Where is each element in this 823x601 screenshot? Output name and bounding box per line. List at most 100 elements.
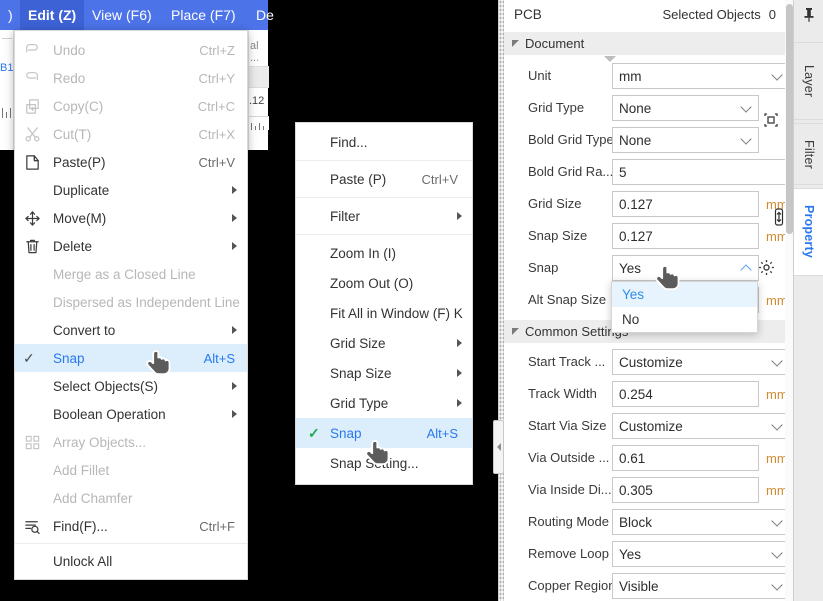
- right-tab-rail: Layer Filter Property: [793, 0, 823, 601]
- property-row-grid-size: Grid Size 0.127 mm: [504, 189, 788, 220]
- property-row-unit: Unit mm: [504, 61, 790, 92]
- property-select-unit[interactable]: mm: [612, 63, 790, 89]
- rail-tab-filter[interactable]: Filter: [794, 123, 823, 185]
- property-select-copper-region[interactable]: Visible: [612, 573, 790, 599]
- rail-tab-layer[interactable]: Layer: [794, 42, 823, 120]
- selected-objects-readout: Selected Objects 0: [662, 7, 776, 22]
- property-select-grid-type[interactable]: None: [612, 95, 759, 121]
- context-menu-item-grid-size[interactable]: Grid Size: [296, 328, 472, 358]
- menu-item-label: Merge as a Closed Line: [53, 266, 196, 282]
- chevron-down-icon: [771, 579, 783, 591]
- edit-menu-item-duplicate[interactable]: Duplicate: [15, 176, 247, 204]
- canvas-context-menu[interactable]: Find... Paste (P) Ctrl+V Filter Zoom In (I) Z…: [295, 122, 473, 485]
- property-label: Bold Grid Ra...: [528, 164, 614, 179]
- property-row-bold-grid-ra: Bold Grid Ra... 5: [504, 157, 790, 188]
- property-row-via-outside: Via Outside ... 0.61 mm: [504, 443, 788, 474]
- menu-item-label: Copy(C): [53, 98, 104, 114]
- property-select-routing-mode[interactable]: Block: [612, 509, 790, 535]
- property-select-bold-grid-type[interactable]: None: [612, 127, 759, 153]
- submenu-arrow-icon: [232, 186, 237, 194]
- submenu-arrow-icon: [457, 399, 462, 407]
- submenu-arrow-icon: [457, 212, 462, 220]
- edit-menu-item-boolean-operation[interactable]: Boolean Operation: [15, 400, 247, 428]
- edit-menu-item-convert-to[interactable]: Convert to: [15, 316, 247, 344]
- property-row-track-width: Track Width 0.254 mm: [504, 379, 788, 410]
- property-row-via-inside-di: Via Inside Di... 0.305 mm: [504, 475, 788, 506]
- menu-item-icon-slot: [19, 376, 45, 396]
- edit-menu-item-move-m[interactable]: Move(M): [15, 204, 247, 232]
- edit-menu-item-undo: Undo Ctrl+Z: [15, 36, 247, 64]
- menu-item-label: Duplicate: [53, 182, 110, 198]
- edit-menu-item-find-f[interactable]: Find(F)... Ctrl+F: [15, 512, 247, 540]
- property-input-track-width[interactable]: 0.254: [612, 381, 759, 407]
- property-select-start-via-size[interactable]: Customize: [612, 413, 790, 439]
- menu-item-shortcut: Ctrl+V: [421, 171, 458, 187]
- menu-item-label: Move(M): [53, 210, 107, 226]
- context-menu-item-find[interactable]: Find...: [296, 127, 472, 157]
- section-header-document[interactable]: Document: [504, 32, 785, 55]
- menu-item-icon-slot: [19, 551, 45, 571]
- menu-item-label: Array Objects...: [53, 434, 147, 450]
- snap-option-yes[interactable]: Yes: [612, 282, 757, 307]
- edit-menu-item-unlock-all[interactable]: Unlock All: [15, 547, 247, 575]
- rail-tab-property[interactable]: Property: [794, 188, 823, 276]
- property-input-grid-size[interactable]: 0.127: [612, 191, 759, 217]
- menubar-item-edit-z[interactable]: Edit (Z): [20, 0, 85, 30]
- property-select-remove-loop[interactable]: Yes: [612, 541, 790, 567]
- snap-value-dropdown[interactable]: Yes No: [611, 281, 758, 333]
- property-label: Grid Type: [528, 100, 585, 115]
- fragment-ruler: [249, 116, 269, 130]
- snap-option-no[interactable]: No: [612, 307, 757, 332]
- section-title: Document: [525, 36, 585, 51]
- menubar-item-[interactable]: ): [0, 0, 21, 30]
- property-input-snap-size[interactable]: 0.127: [612, 223, 759, 249]
- property-select-start-track[interactable]: Customize: [612, 349, 790, 375]
- context-menu-item-snap[interactable]: ✓ Snap Alt+S: [296, 418, 472, 448]
- context-menu-item-snap-size[interactable]: Snap Size: [296, 358, 472, 388]
- scrollbar-thumb[interactable]: [786, 4, 793, 234]
- panel-collapse-handle[interactable]: [493, 420, 504, 474]
- menu-item-shortcut: Ctrl+Z: [199, 42, 235, 58]
- menubar-item-de[interactable]: De: [248, 0, 282, 30]
- menu-item-label: Zoom Out (O): [330, 275, 414, 291]
- property-panel-header: PCB Selected Objects 0: [504, 0, 784, 28]
- submenu-arrow-icon: [232, 242, 237, 250]
- property-value: 0.127: [619, 228, 653, 244]
- property-input-bold-grid-ra[interactable]: 5: [612, 159, 790, 185]
- submenu-arrow-icon: [457, 339, 462, 347]
- menubar-item-view-f6[interactable]: View (F6): [84, 0, 160, 30]
- menu-item-icon-slot: [19, 460, 45, 480]
- property-input-via-inside-di[interactable]: 0.305: [612, 477, 759, 503]
- menu-item-label: Add Chamfer: [53, 490, 133, 506]
- menu-item-label: Undo: [53, 42, 86, 58]
- context-menu-item-zoom-out-o[interactable]: Zoom Out (O): [296, 268, 472, 298]
- context-menu-item-filter[interactable]: Filter: [296, 201, 472, 231]
- cut-icon: [19, 124, 45, 144]
- context-menu-item-grid-type[interactable]: Grid Type: [296, 388, 472, 418]
- submenu-arrow-icon: [232, 214, 237, 222]
- edit-menu-item-snap[interactable]: ✓ Snap Alt+S: [15, 344, 247, 372]
- menu-item-icon-slot: [19, 404, 45, 424]
- context-menu-item-paste-p[interactable]: Paste (P) Ctrl+V: [296, 164, 472, 194]
- snap-region-icon[interactable]: [761, 110, 781, 133]
- property-label: Via Outside ...: [528, 450, 610, 465]
- collapse-triangle-icon: [512, 328, 519, 335]
- property-row-remove-loop: Remove Loop Yes: [504, 539, 790, 570]
- edit-menu-item-select-objects-s[interactable]: Select Objects(S): [15, 372, 247, 400]
- property-value: None: [619, 132, 652, 148]
- snap-gear-button[interactable]: [757, 258, 776, 280]
- menubar-item-place-f7[interactable]: Place (F7): [163, 0, 244, 30]
- edit-menu-item-paste-p[interactable]: Paste(P) Ctrl+V: [15, 148, 247, 176]
- link-grid-snap-icon[interactable]: [772, 207, 786, 230]
- property-value: 5: [619, 164, 627, 180]
- pin-panel-button[interactable]: [794, 0, 823, 30]
- edit-menu-dropdown[interactable]: Undo Ctrl+Z Redo Ctrl+Y Copy(C) Ctrl+C Cut(T) C…: [14, 30, 248, 580]
- context-menu-item-zoom-in-i[interactable]: Zoom In (I): [296, 238, 472, 268]
- context-menu-item-fit-all-in-window-f-k[interactable]: Fit All in Window (F) K: [296, 298, 472, 328]
- property-select-snap[interactable]: Yes: [612, 255, 759, 281]
- property-input-via-outside[interactable]: 0.61: [612, 445, 759, 471]
- edit-menu-item-delete[interactable]: Delete: [15, 232, 247, 260]
- edit-menu-item-add-fillet: Add Fillet: [15, 456, 247, 484]
- menu-separator: [296, 197, 472, 198]
- context-menu-item-snap-setting[interactable]: Snap Setting...: [296, 448, 472, 478]
